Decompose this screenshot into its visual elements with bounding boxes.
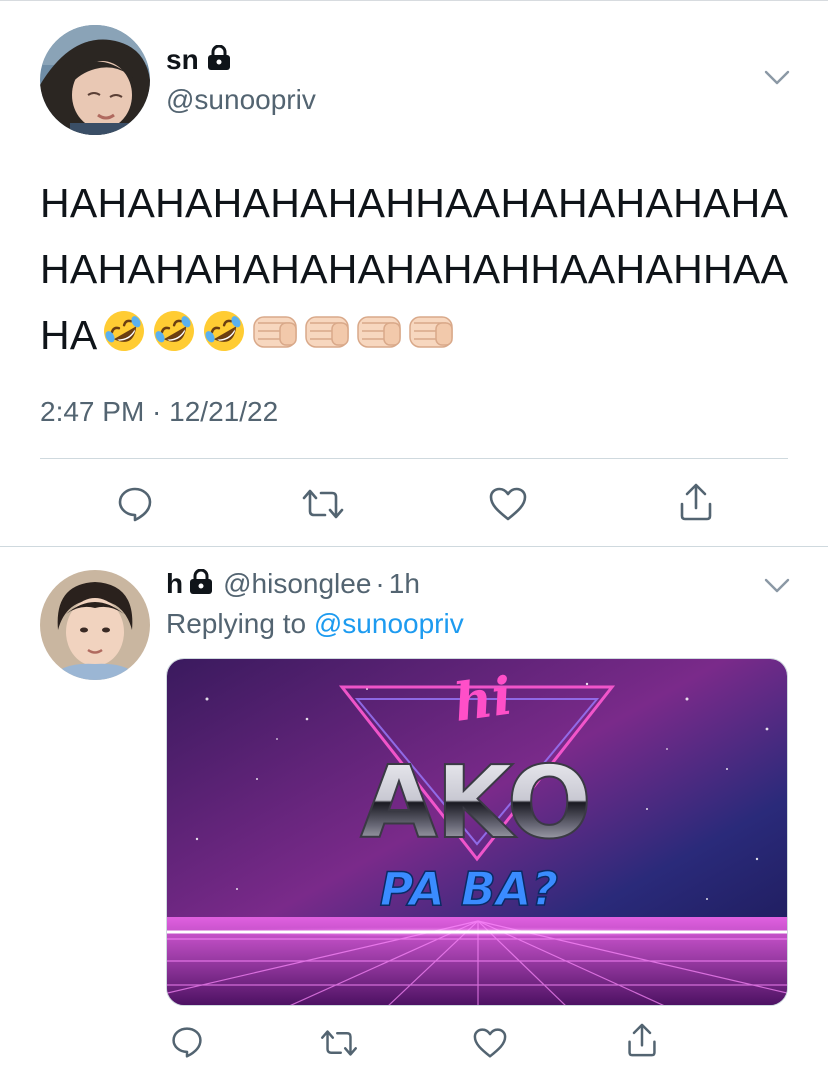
share-icon[interactable]: [678, 482, 714, 527]
top-border: [0, 0, 828, 1]
like-icon[interactable]: [472, 1027, 508, 1064]
tweet-text: HAHAHAHAHAHAHHAAHAHAHAHAHA HAHAHAHAHAHAH…: [40, 170, 800, 374]
divider: [40, 458, 788, 459]
fist-emoji-icon: [406, 308, 456, 374]
reply-media-image[interactable]: hi AKO PA BA?: [166, 658, 788, 1006]
reply-age[interactable]: 1h: [389, 568, 420, 600]
reply-icon[interactable]: [170, 1025, 204, 1064]
tweet-author-name-row[interactable]: sn: [166, 44, 231, 76]
replying-to-mention[interactable]: @sunoopriv: [314, 608, 464, 639]
reply-author-display-name[interactable]: h: [166, 568, 183, 600]
divider: [0, 546, 828, 547]
retweet-icon[interactable]: [319, 1028, 359, 1063]
lock-icon: [207, 44, 231, 76]
chevron-down-icon[interactable]: [764, 578, 790, 599]
tweet-text-line-2: HAHAHAHAHAHAHAHAHHAAHAHHAA: [40, 246, 789, 292]
rolling-laughing-emoji-icon: [150, 307, 198, 374]
share-icon[interactable]: [626, 1022, 658, 1063]
like-icon[interactable]: [488, 486, 528, 527]
author-handle[interactable]: @sunoopriv: [166, 84, 316, 116]
fist-emoji-icon: [302, 308, 352, 374]
media-script-text: hi: [450, 665, 515, 733]
tweet-text-line-3-text: HA: [40, 312, 98, 358]
tweet-text-line-3: HA: [40, 302, 800, 374]
media-sub-text: PA BA?: [380, 862, 558, 916]
reply-author-row[interactable]: h @hisonglee · 1h: [166, 568, 420, 600]
rolling-laughing-emoji-icon: [100, 307, 148, 374]
replying-to: Replying to @sunoopriv: [166, 608, 464, 640]
replying-to-label: Replying to: [166, 608, 307, 639]
chevron-down-icon[interactable]: [764, 70, 790, 91]
retweet-icon[interactable]: [301, 487, 345, 526]
media-main-text: AKO: [360, 744, 589, 861]
meta-separator: ·: [375, 568, 385, 599]
reply-icon[interactable]: [116, 485, 154, 528]
tweet-handle-row[interactable]: @sunoopriv: [166, 84, 316, 116]
fist-emoji-icon: [354, 308, 404, 374]
reply-author-handle[interactable]: @hisonglee: [223, 568, 371, 600]
tweet-timestamp[interactable]: 2:47 PM · 12/21/22: [40, 396, 278, 428]
lock-icon: [189, 568, 213, 600]
tweet-text-line-1: HAHAHAHAHAHAHHAAHAHAHAHAHA: [40, 180, 789, 226]
author-display-name[interactable]: sn: [166, 44, 199, 76]
avatar[interactable]: [40, 25, 150, 135]
fist-emoji-icon: [250, 308, 300, 374]
avatar[interactable]: [40, 570, 150, 680]
rolling-laughing-emoji-icon: [200, 307, 248, 374]
